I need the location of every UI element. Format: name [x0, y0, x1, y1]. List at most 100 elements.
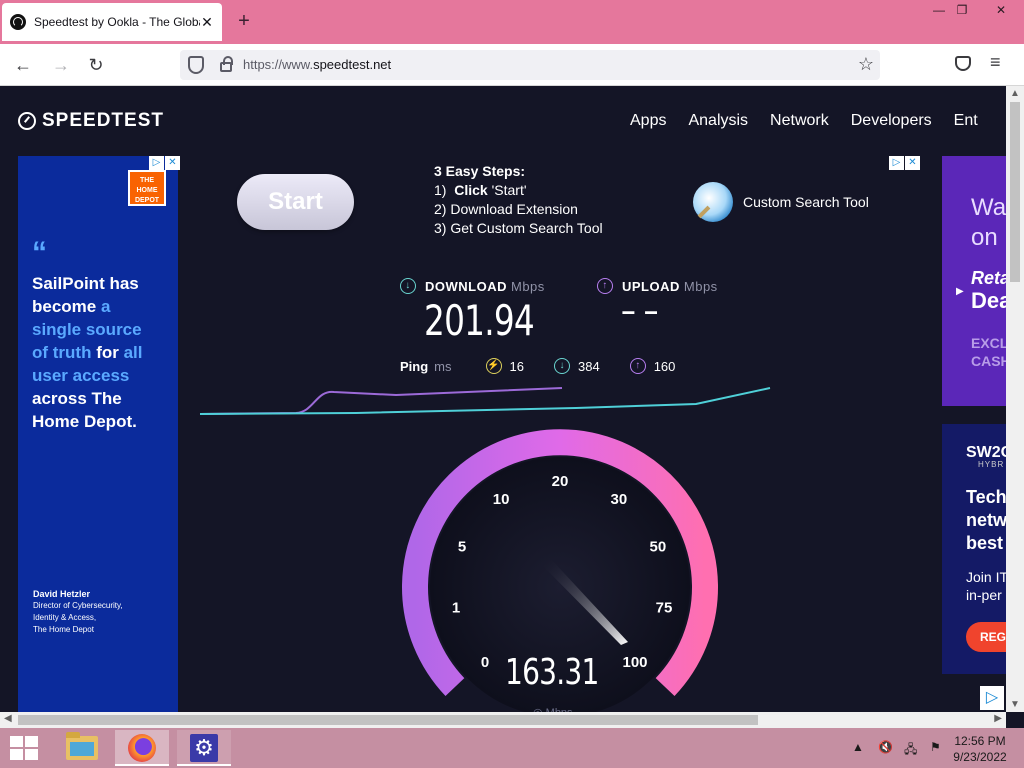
ping-download-value: 384: [577, 358, 600, 374]
scroll-left-icon[interactable]: ◀: [4, 713, 12, 724]
ad-choices-icon[interactable]: ▷: [149, 156, 164, 170]
back-arrow-icon[interactable]: ←: [12, 54, 34, 76]
ad-retail: Reta: [971, 268, 1006, 288]
search-tool-label: Custom Search Tool: [743, 194, 869, 210]
nav-item-network[interactable]: Network: [770, 112, 829, 130]
custom-search-tool-ad[interactable]: Custom Search Tool: [693, 182, 869, 222]
download-unit: Mbps: [511, 278, 545, 294]
clock-time: 12:56 PM: [954, 734, 1006, 748]
window-close-button[interactable]: ✕: [978, 0, 1024, 22]
ad-subtext: Join IT in-per: [966, 568, 1006, 604]
gauge-tick-label: 30: [611, 491, 628, 508]
scroll-right-icon[interactable]: ▶: [994, 713, 1002, 724]
step-1-rest: 'Start': [487, 182, 527, 198]
download-arrow-icon: ↓: [553, 358, 570, 374]
scroll-down-icon[interactable]: ▼: [1010, 699, 1020, 710]
ad-brand-sub: HYBR: [978, 460, 1005, 469]
ad-line: SailPoint has: [32, 274, 139, 293]
file-explorer-taskbar-button[interactable]: [55, 730, 109, 766]
step-1-num: 1): [434, 182, 447, 198]
start-pane: [10, 749, 23, 760]
speedtest-logo[interactable]: SPEEDTEST: [18, 110, 164, 132]
address-bar[interactable]: https://www.speedtest.net ☆: [180, 50, 880, 80]
browser-tab[interactable]: Speedtest by Ookla - The Global Broadban…: [2, 3, 222, 41]
windows-taskbar: ⚙ ▲ 🔇 🖧 ⚑ 12:56 PM 9/23/2022: [0, 728, 1024, 768]
left-ad-banner[interactable]: ▷ ✕ THE HOME DEPOT “ SailPoint has becom…: [18, 156, 180, 712]
ad-word: for: [96, 343, 124, 362]
windows-start-icon[interactable]: [10, 736, 38, 760]
firefox-icon: [128, 734, 156, 762]
ping-row: Ping ms ⚡ 16 ↓ 384 ↑ 160: [400, 358, 705, 374]
ad-line: Home Depot.: [32, 412, 137, 431]
nav-item-enterprise[interactable]: Ent: [954, 112, 978, 130]
nav-item-apps[interactable]: Apps: [630, 112, 666, 130]
ad-choices-right[interactable]: ▷ ✕: [888, 156, 920, 170]
ping-upload: ↑ 160: [629, 358, 675, 374]
gauge-tick-label: 10: [493, 491, 510, 508]
scroll-up-icon[interactable]: ▲: [1010, 88, 1020, 99]
pocket-icon[interactable]: [955, 56, 971, 71]
ad-choices-icon[interactable]: ▷: [980, 686, 1004, 710]
gauge-tick-label: 50: [650, 538, 667, 555]
logo-text: SPEEDTEST: [42, 110, 164, 131]
ad-line: become a: [32, 295, 172, 318]
ad-word-highlight: a: [100, 297, 111, 316]
ping-idle-value: 16: [509, 358, 524, 374]
right-ad-top[interactable]: Wa on ▶ Reta Dea EXCL CASH: [942, 156, 1006, 406]
right-ad-bottom[interactable]: SW2C HYBR Tech netw best Join IT in-per …: [942, 424, 1006, 674]
tray-expand-icon[interactable]: ▲: [852, 740, 868, 756]
ad-quote-text: SailPoint has become a single source of …: [32, 272, 172, 433]
gauge-tick-label: 20: [552, 473, 569, 490]
bookmark-star-icon[interactable]: ☆: [858, 54, 874, 75]
ping-label: Ping: [400, 358, 429, 374]
ad-line: of truth for all: [32, 341, 172, 364]
horizontal-scrollbar[interactable]: ◀ ▶: [0, 712, 1006, 728]
vertical-scrollbar[interactable]: ▲ ▼: [1006, 86, 1024, 712]
new-tab-button[interactable]: +: [232, 10, 256, 33]
vertical-scroll-thumb[interactable]: [1010, 102, 1020, 282]
nav-item-analysis[interactable]: Analysis: [688, 112, 748, 130]
upload-arrow-icon: ↑: [629, 358, 646, 374]
window-restore-button[interactable]: ❐: [945, 0, 979, 22]
forward-arrow-icon[interactable]: →: [50, 54, 72, 76]
ad-start-button[interactable]: Start: [237, 174, 354, 230]
ad-close-icon[interactable]: ✕: [905, 156, 920, 170]
speedtest-favicon-icon: [10, 14, 26, 30]
ad-close-icon[interactable]: ✕: [165, 156, 180, 170]
speaker-muted-icon[interactable]: 🔇: [878, 740, 894, 756]
ad-line-highlight: user access: [32, 366, 130, 385]
ad-exclusive-line: EXCL: [971, 335, 1006, 351]
firefox-taskbar-button[interactable]: [115, 730, 169, 766]
ad-choices-icon[interactable]: ▷: [889, 156, 904, 170]
tracking-shield-icon[interactable]: [188, 56, 204, 74]
play-arrow-icon: ▶: [956, 286, 964, 297]
start-pane: [25, 749, 38, 760]
ad-choices[interactable]: ▷ ✕: [148, 156, 180, 170]
ad-steps[interactable]: 3 Easy Steps: 1) Click 'Start' 2) Downlo…: [434, 162, 603, 238]
nav-item-developers[interactable]: Developers: [851, 112, 932, 130]
speed-graph: [199, 387, 771, 415]
ping-download: ↓ 384: [553, 358, 600, 374]
ad-headline-line: netw: [966, 510, 1006, 530]
ad-register-button[interactable]: REG: [966, 622, 1006, 652]
author-title: Director of Cybersecurity,: [33, 601, 123, 610]
gauge-tick-label: 100: [622, 654, 647, 671]
network-icon[interactable]: 🖧: [904, 740, 920, 756]
lock-icon[interactable]: [220, 56, 233, 72]
home-depot-logo: THE HOME DEPOT: [128, 170, 166, 206]
clock-date: 9/23/2022: [953, 750, 1007, 764]
author-name: David Hetzler: [33, 589, 91, 599]
hamburger-menu-icon[interactable]: ≡: [990, 52, 1001, 73]
reload-icon[interactable]: ↻: [85, 54, 107, 76]
url-prefix: https://www.: [243, 57, 314, 72]
download-arrow-icon: ↓: [400, 278, 416, 294]
ad-headline-line: best: [966, 533, 1004, 553]
horizontal-scroll-thumb[interactable]: [18, 715, 758, 725]
gauge-tick-label: 1: [452, 600, 460, 617]
quote-icon: “: [32, 236, 47, 269]
url-text[interactable]: https://www.speedtest.net: [243, 57, 391, 72]
settings-taskbar-button[interactable]: ⚙: [177, 730, 231, 766]
ad-line: across The: [32, 389, 122, 408]
tab-close-icon[interactable]: ✕: [200, 14, 214, 31]
taskbar-clock[interactable]: 12:56 PM 9/23/2022: [940, 733, 1020, 765]
